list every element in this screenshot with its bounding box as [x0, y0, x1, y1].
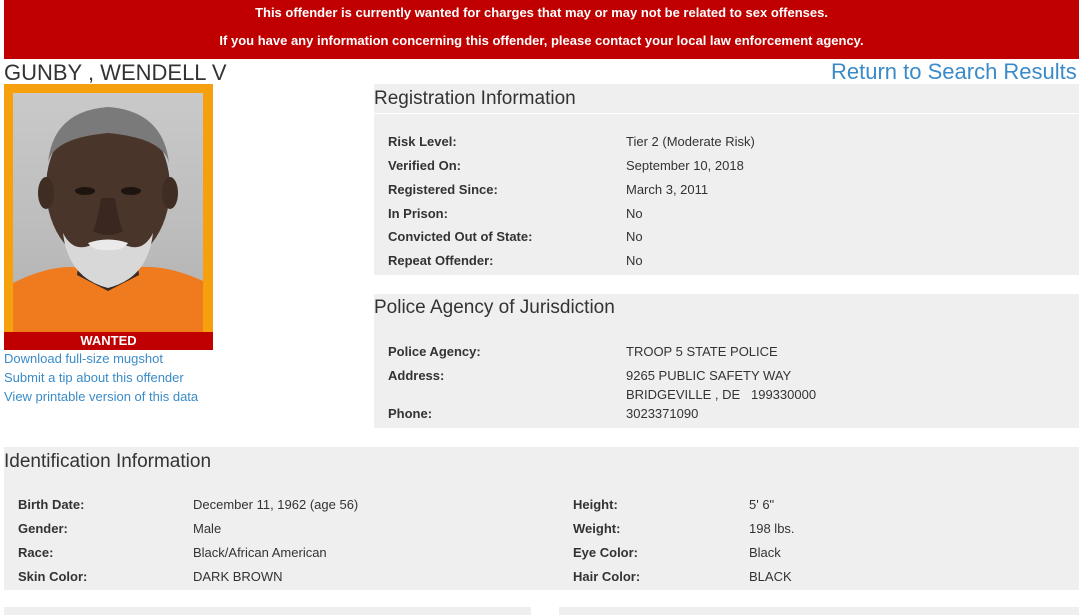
police-agency-label: Police Agency:: [388, 344, 481, 359]
printable-version-link[interactable]: View printable version of this data: [4, 389, 198, 408]
next-panel-right: [559, 607, 1079, 615]
birth-date-label: Birth Date:: [18, 497, 85, 512]
address-label: Address:: [388, 368, 445, 383]
verified-on-value: September 10, 2018: [626, 158, 744, 173]
weight-value: 198 lbs.: [749, 521, 795, 536]
hair-color-label: Hair Color:: [573, 569, 641, 584]
in-prison-label: In Prison:: [388, 206, 448, 221]
registered-since-value: March 3, 2011: [626, 182, 709, 197]
banner-line-2: If you have any information concerning t…: [219, 33, 864, 48]
offender-name: GUNBY , WENDELL V: [4, 60, 227, 85]
registered-since-label: Registered Since:: [388, 182, 498, 197]
repeat-offender-value: No: [626, 253, 643, 268]
wanted-badge: WANTED: [4, 332, 213, 350]
police-agency-title: Police Agency of Jurisdiction: [374, 297, 615, 318]
in-prison-value: No: [626, 206, 643, 221]
police-agency-panel: Police Agency of Jurisdiction Police Age…: [374, 294, 1079, 428]
phone-value: 3023371090: [626, 406, 699, 421]
height-value: 5' 6": [749, 497, 775, 512]
risk-level-value: Tier 2 (Moderate Risk): [626, 134, 755, 149]
address-line-2: BRIDGEVILLE , DE 199330000: [626, 387, 817, 402]
return-to-search-link[interactable]: Return to Search Results: [831, 59, 1079, 85]
banner-line-1: This offender is currently wanted for ch…: [255, 5, 828, 20]
hair-color-value: BLACK: [749, 569, 792, 584]
next-panel-left: [4, 607, 531, 615]
height-label: Height:: [573, 497, 618, 512]
download-mugshot-link[interactable]: Download full-size mugshot: [4, 351, 198, 370]
convicted-out-of-state-label: Convicted Out of State:: [388, 229, 533, 244]
gender-label: Gender:: [18, 521, 68, 536]
repeat-offender-label: Repeat Offender:: [388, 253, 494, 268]
birth-date-value: December 11, 1962 (age 56): [193, 497, 359, 512]
identification-panel: Identification Information Birth Date: D…: [4, 447, 1079, 590]
address-line-1: 9265 PUBLIC SAFETY WAY: [626, 368, 792, 383]
skin-color-label: Skin Color:: [18, 569, 88, 584]
offender-links: Download full-size mugshot Submit a tip …: [4, 351, 198, 408]
police-agency-value: TROOP 5 STATE POLICE: [626, 344, 778, 359]
race-value: Black/African American: [193, 545, 327, 560]
registration-panel: Registration Information Risk Level: Tie…: [374, 84, 1079, 275]
eye-color-value: Black: [749, 545, 781, 560]
eye-color-label: Eye Color:: [573, 545, 639, 560]
risk-level-label: Risk Level:: [388, 134, 457, 149]
phone-label: Phone:: [388, 406, 433, 421]
skin-color-value: DARK BROWN: [193, 569, 283, 584]
race-label: Race:: [18, 545, 54, 560]
convicted-out-of-state-value: No: [626, 229, 643, 244]
weight-label: Weight:: [573, 521, 621, 536]
verified-on-label: Verified On:: [388, 158, 461, 173]
registration-divider: [374, 113, 1079, 114]
identification-title: Identification Information: [4, 451, 212, 472]
wanted-alert-banner: This offender is currently wanted for ch…: [4, 0, 1079, 59]
mugshot-photo: [13, 93, 203, 332]
submit-tip-link[interactable]: Submit a tip about this offender: [4, 370, 198, 389]
mugshot-frame: WANTED: [4, 84, 213, 350]
gender-value: Male: [193, 521, 222, 536]
registration-title: Registration Information: [374, 88, 576, 109]
